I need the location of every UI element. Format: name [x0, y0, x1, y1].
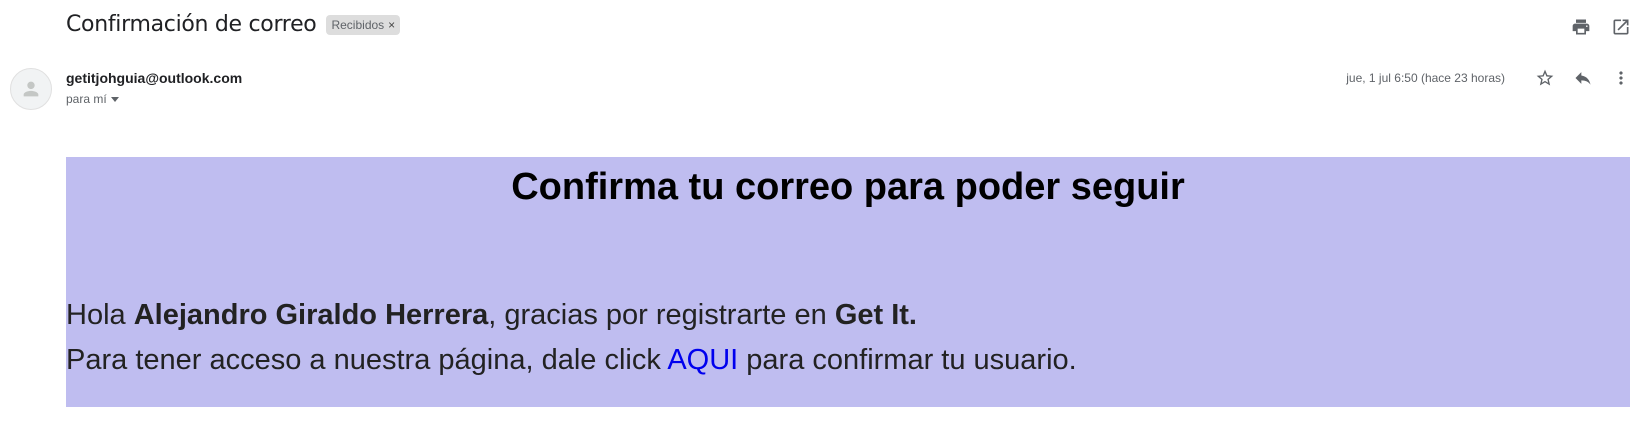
message-actions: jue, 1 jul 6:50 (hace 23 horas)	[1346, 66, 1633, 90]
body-message: Hola Alejandro Giraldo Herrera, gracias …	[66, 293, 1077, 383]
sender-email[interactable]: getitjohguia@outlook.com	[66, 70, 242, 86]
open-new-window-button[interactable]	[1609, 15, 1633, 39]
sender-avatar[interactable]	[10, 68, 52, 110]
email-subject: Confirmación de correo	[66, 12, 317, 37]
recipients-text: para mí	[66, 92, 107, 106]
email-body: Confirma tu correo para poder seguir Hol…	[66, 157, 1630, 407]
app-name: Get It.	[834, 299, 917, 331]
more-vert-icon	[1619, 71, 1623, 85]
greeting-text: Hola	[66, 299, 134, 331]
inbox-label-chip[interactable]: Recibidos ×	[326, 14, 401, 35]
thread-actions	[1569, 15, 1633, 39]
thanks-text: , gracias por registrarte en	[488, 299, 835, 331]
instruction-line: Para tener acceso a nuestra página, dale…	[66, 338, 1077, 383]
star-button[interactable]	[1533, 66, 1557, 90]
message-date: jue, 1 jul 6:50 (hace 23 horas)	[1346, 71, 1505, 85]
remove-label-button[interactable]: ×	[388, 17, 395, 33]
label-text: Recibidos	[331, 17, 385, 32]
greeting-line: Hola Alejandro Giraldo Herrera, gracias …	[66, 293, 1077, 338]
confirm-link[interactable]: AQUI	[667, 344, 738, 376]
chevron-down-icon	[110, 96, 119, 102]
reply-icon	[1575, 72, 1591, 85]
instruction-text: Para tener acceso a nuestra página, dale…	[66, 344, 668, 376]
more-options-button[interactable]	[1609, 66, 1633, 90]
instruction-end-text: para confirmar tu usuario.	[738, 344, 1077, 376]
print-all-button[interactable]	[1569, 15, 1593, 39]
user-name: Alejandro Giraldo Herrera	[133, 299, 489, 331]
subject-row: Confirmación de correo Recibidos ×	[66, 12, 401, 37]
print-icon	[1572, 19, 1590, 35]
recipients-toggle[interactable]: para mí	[66, 92, 119, 106]
open-in-new-icon	[1613, 19, 1629, 35]
body-heading: Confirma tu correo para poder seguir	[511, 166, 1185, 208]
person-icon	[23, 81, 39, 97]
reply-button[interactable]	[1571, 66, 1595, 90]
star-icon	[1536, 69, 1554, 86]
